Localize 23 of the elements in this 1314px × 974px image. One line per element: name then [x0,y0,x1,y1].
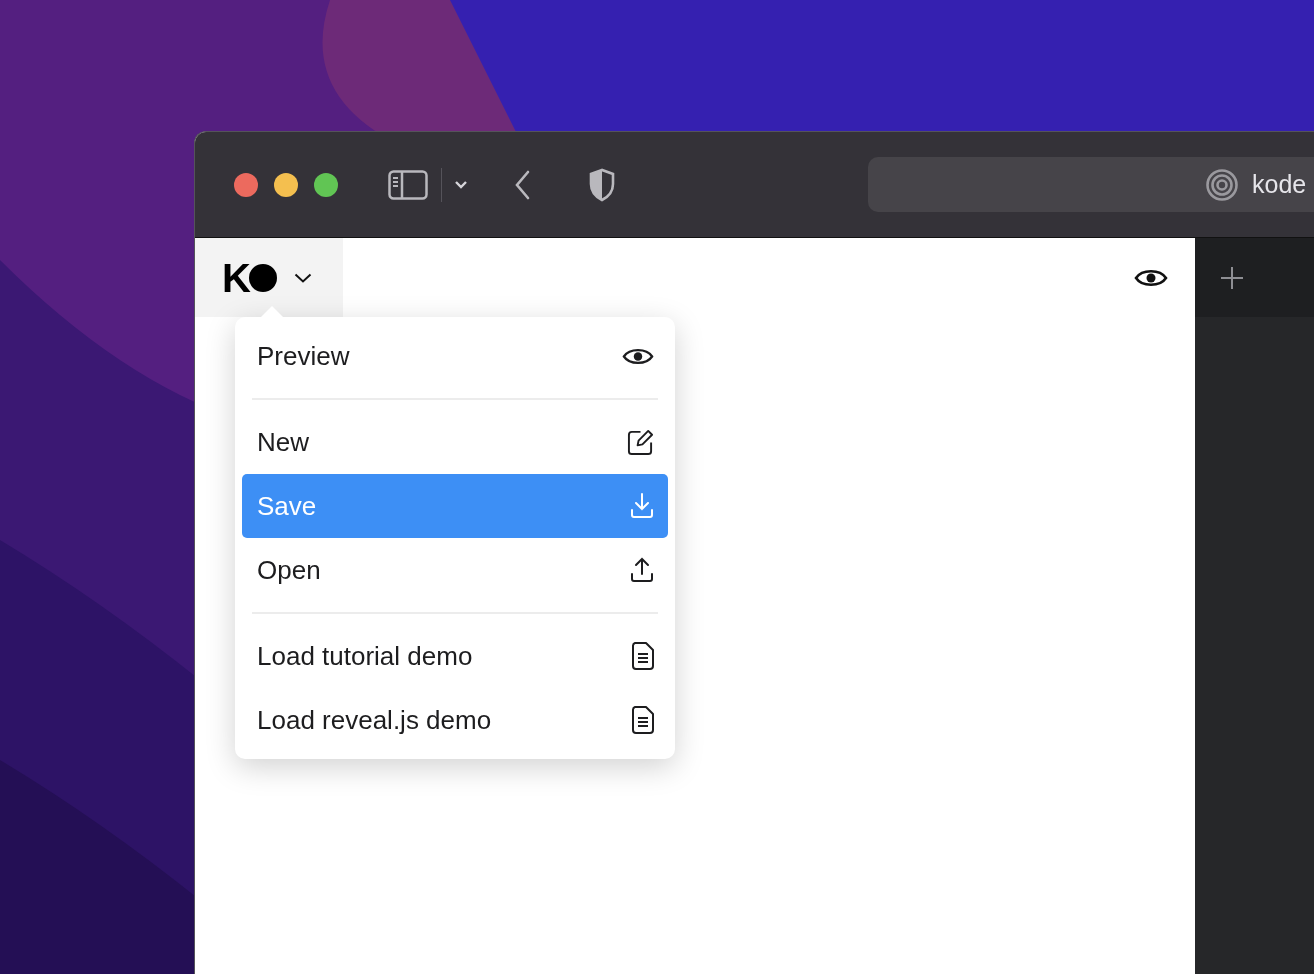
upload-icon [630,557,654,583]
chevron-down-icon[interactable] [454,180,468,189]
zoom-button[interactable] [314,172,338,197]
document-icon [632,706,654,734]
back-icon[interactable] [514,169,530,200]
target-icon [1205,167,1239,202]
download-icon [630,493,654,519]
logo-menu-button[interactable]: K [195,238,343,317]
menu-item[interactable]: Load reveal.js demo [242,688,668,752]
chevron-down-icon [293,272,312,283]
sidebar-icon[interactable] [388,169,428,200]
menu-item[interactable]: Load tutorial demo [242,624,668,688]
close-button[interactable] [234,172,258,197]
document-icon [632,642,654,670]
shield-icon[interactable] [588,167,616,202]
menu-item[interactable]: Preview [242,324,668,388]
address-bar[interactable]: kode [868,157,1314,212]
address-text: kode [1252,170,1307,199]
plus-icon[interactable] [1220,265,1244,290]
minimize-button[interactable] [274,172,298,197]
menu-item[interactable]: New [242,410,668,474]
edit-icon [627,428,654,456]
menu-item[interactable]: Open [242,538,668,602]
